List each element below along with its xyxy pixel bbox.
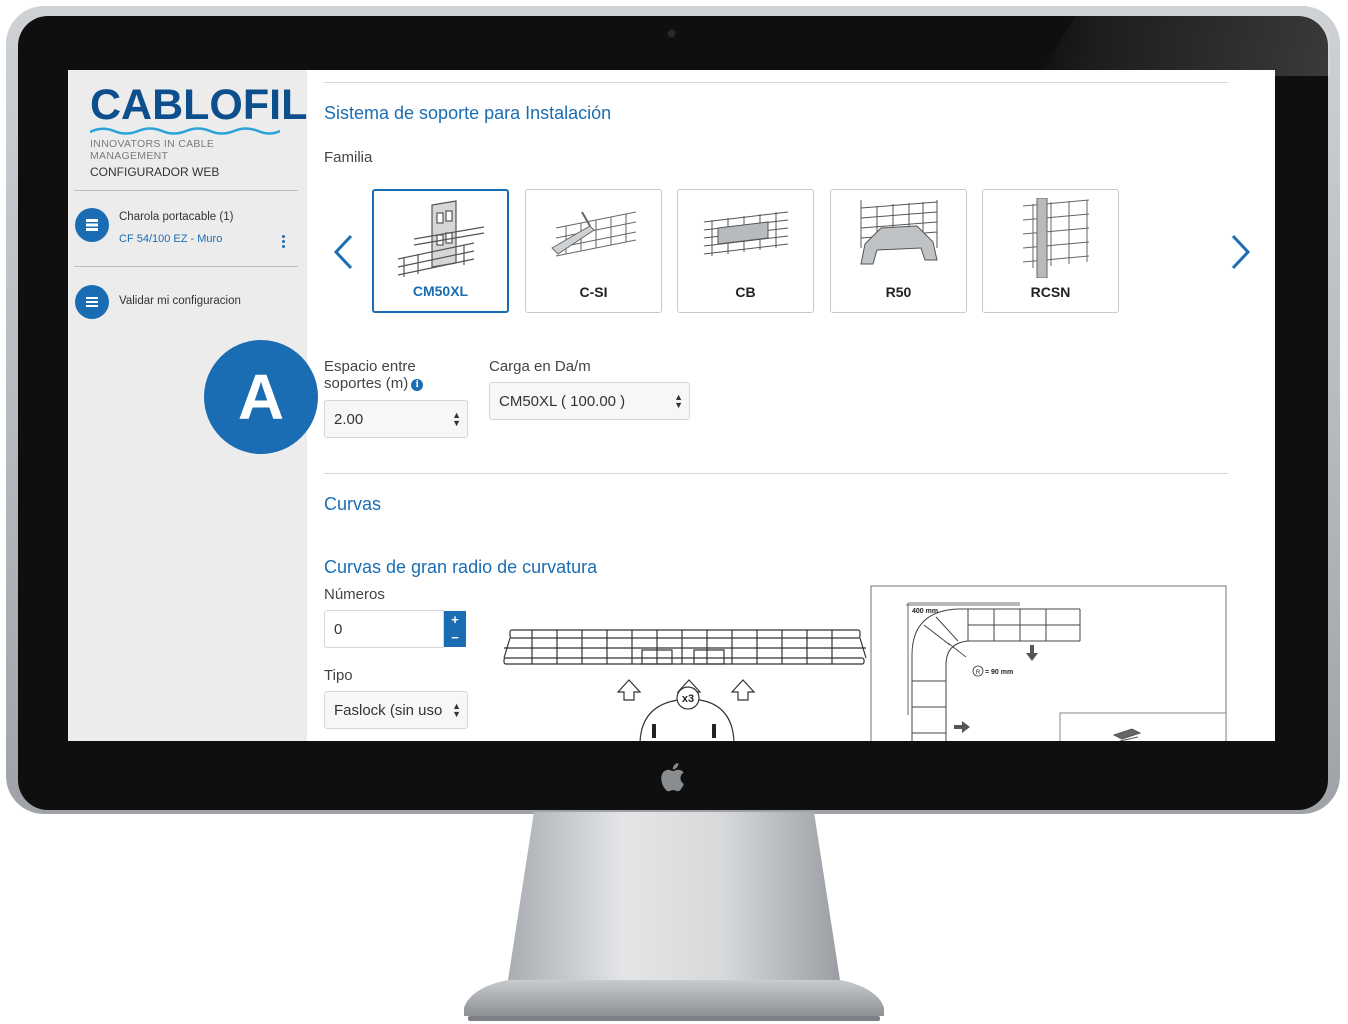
multiplier-text: x3 [682, 693, 694, 705]
decrement-button[interactable]: − [444, 629, 466, 647]
select-arrows-icon: ▲ ▼ [452, 410, 461, 428]
info-icon[interactable]: i [411, 379, 424, 391]
spacing-label: Espacio entre soportes (m) i [324, 358, 424, 392]
bracket-icon [397, 200, 485, 277]
sidebar-item-subtitle[interactable]: CF 54/100 EZ - Muro [119, 233, 222, 245]
divider [324, 473, 1228, 474]
callout-badge: A [204, 340, 318, 454]
bracket-icon [1022, 198, 1090, 278]
brand-name: CABLOFIL [90, 81, 308, 129]
bracket-icon [551, 211, 637, 257]
select-arrows-icon: ▲ ▼ [674, 392, 683, 410]
increment-button[interactable]: + [444, 611, 466, 629]
chevron-right-icon[interactable] [1229, 232, 1253, 272]
numbers-value: 0 [334, 620, 343, 638]
type-select[interactable]: Faslock (sin uso ▲ ▼ [324, 691, 468, 729]
family-card-rcsn[interactable]: RCSN [982, 189, 1119, 313]
section-title-curves: Curvas [324, 494, 382, 514]
camera-icon [668, 30, 675, 37]
apple-logo-icon [661, 763, 684, 792]
dimension-length-text: 400 mm [912, 608, 938, 615]
spacing-value: 2.00 [334, 410, 364, 428]
sidebar-item-title: Charola portacable (1) [119, 211, 234, 223]
section-title-support: Sistema de soporte para Instalación [324, 103, 612, 123]
family-label-text: CM50XL [412, 283, 469, 299]
divider [324, 82, 1228, 83]
family-label-text: CB [735, 284, 756, 300]
family-card-cm50xl[interactable]: CM50XL [372, 189, 509, 313]
sidebar-item-validar[interactable]: Validar mi configuracion [74, 285, 300, 325]
type-value: Faslock (sin uso [334, 701, 443, 719]
spacing-label-line2: soportes (m) i [324, 375, 424, 392]
family-label: Familia [324, 149, 373, 166]
sidebar-item-charola[interactable]: Charola portacable (1) CF 54/100 EZ - Mu… [74, 208, 300, 248]
sidebar-divider [74, 266, 298, 267]
family-label-text: RCSN [1030, 284, 1071, 300]
sidebar-divider [74, 190, 298, 191]
bend-diagram: 400 mm R = 90 mm [870, 585, 1227, 741]
family-card-c-si[interactable]: C-SI [525, 189, 662, 313]
chevron-left-icon[interactable] [331, 232, 355, 272]
type-label: Tipo [324, 667, 353, 684]
radius-label: R [976, 670, 981, 676]
load-select[interactable]: CM50XL ( 100.00 ) ▲ ▼ [489, 382, 690, 420]
spacing-select[interactable]: 2.00 ▲ ▼ [324, 400, 468, 438]
radius-value-text: = 90 mm [985, 669, 1013, 676]
monitor-stand [464, 812, 884, 1021]
curves-subtitle: Curvas de gran radio de curvatura [324, 557, 598, 577]
family-card-cb[interactable]: CB [677, 189, 814, 313]
load-label: Carga en Da/m [489, 358, 591, 375]
tray-run-diagram: x3 [503, 629, 867, 741]
family-label-text: R50 [885, 284, 912, 300]
family-card-r50[interactable]: R50 [830, 189, 967, 313]
sidebar-item-title: Validar mi configuracion [119, 295, 241, 307]
app-subtitle: CONFIGURADOR WEB [90, 165, 220, 179]
main-panel: Sistema de soporte para Instalación Fami… [307, 70, 1275, 741]
more-options-icon[interactable] [282, 235, 286, 249]
bracket-icon [703, 211, 789, 256]
spacing-label-line1: Espacio entre [324, 358, 416, 375]
brand-logo: CABLOFIL INNOVATORS IN CABLE MANAGEMENT … [90, 81, 308, 179]
numbers-stepper[interactable]: 0 [324, 610, 444, 648]
list-icon [75, 285, 109, 319]
spacing-label-line2-text: soportes (m) [324, 375, 409, 392]
brand-tagline: INNOVATORS IN CABLE MANAGEMENT [90, 138, 215, 162]
bracket-icon [860, 200, 938, 265]
load-value: CM50XL ( 100.00 ) [499, 392, 626, 410]
family-label-text: C-SI [579, 284, 608, 300]
numbers-label: Números [324, 586, 385, 603]
select-arrows-icon: ▲ ▼ [452, 701, 461, 719]
bezel-reflection [1040, 16, 1330, 76]
tray-icon [75, 208, 109, 242]
